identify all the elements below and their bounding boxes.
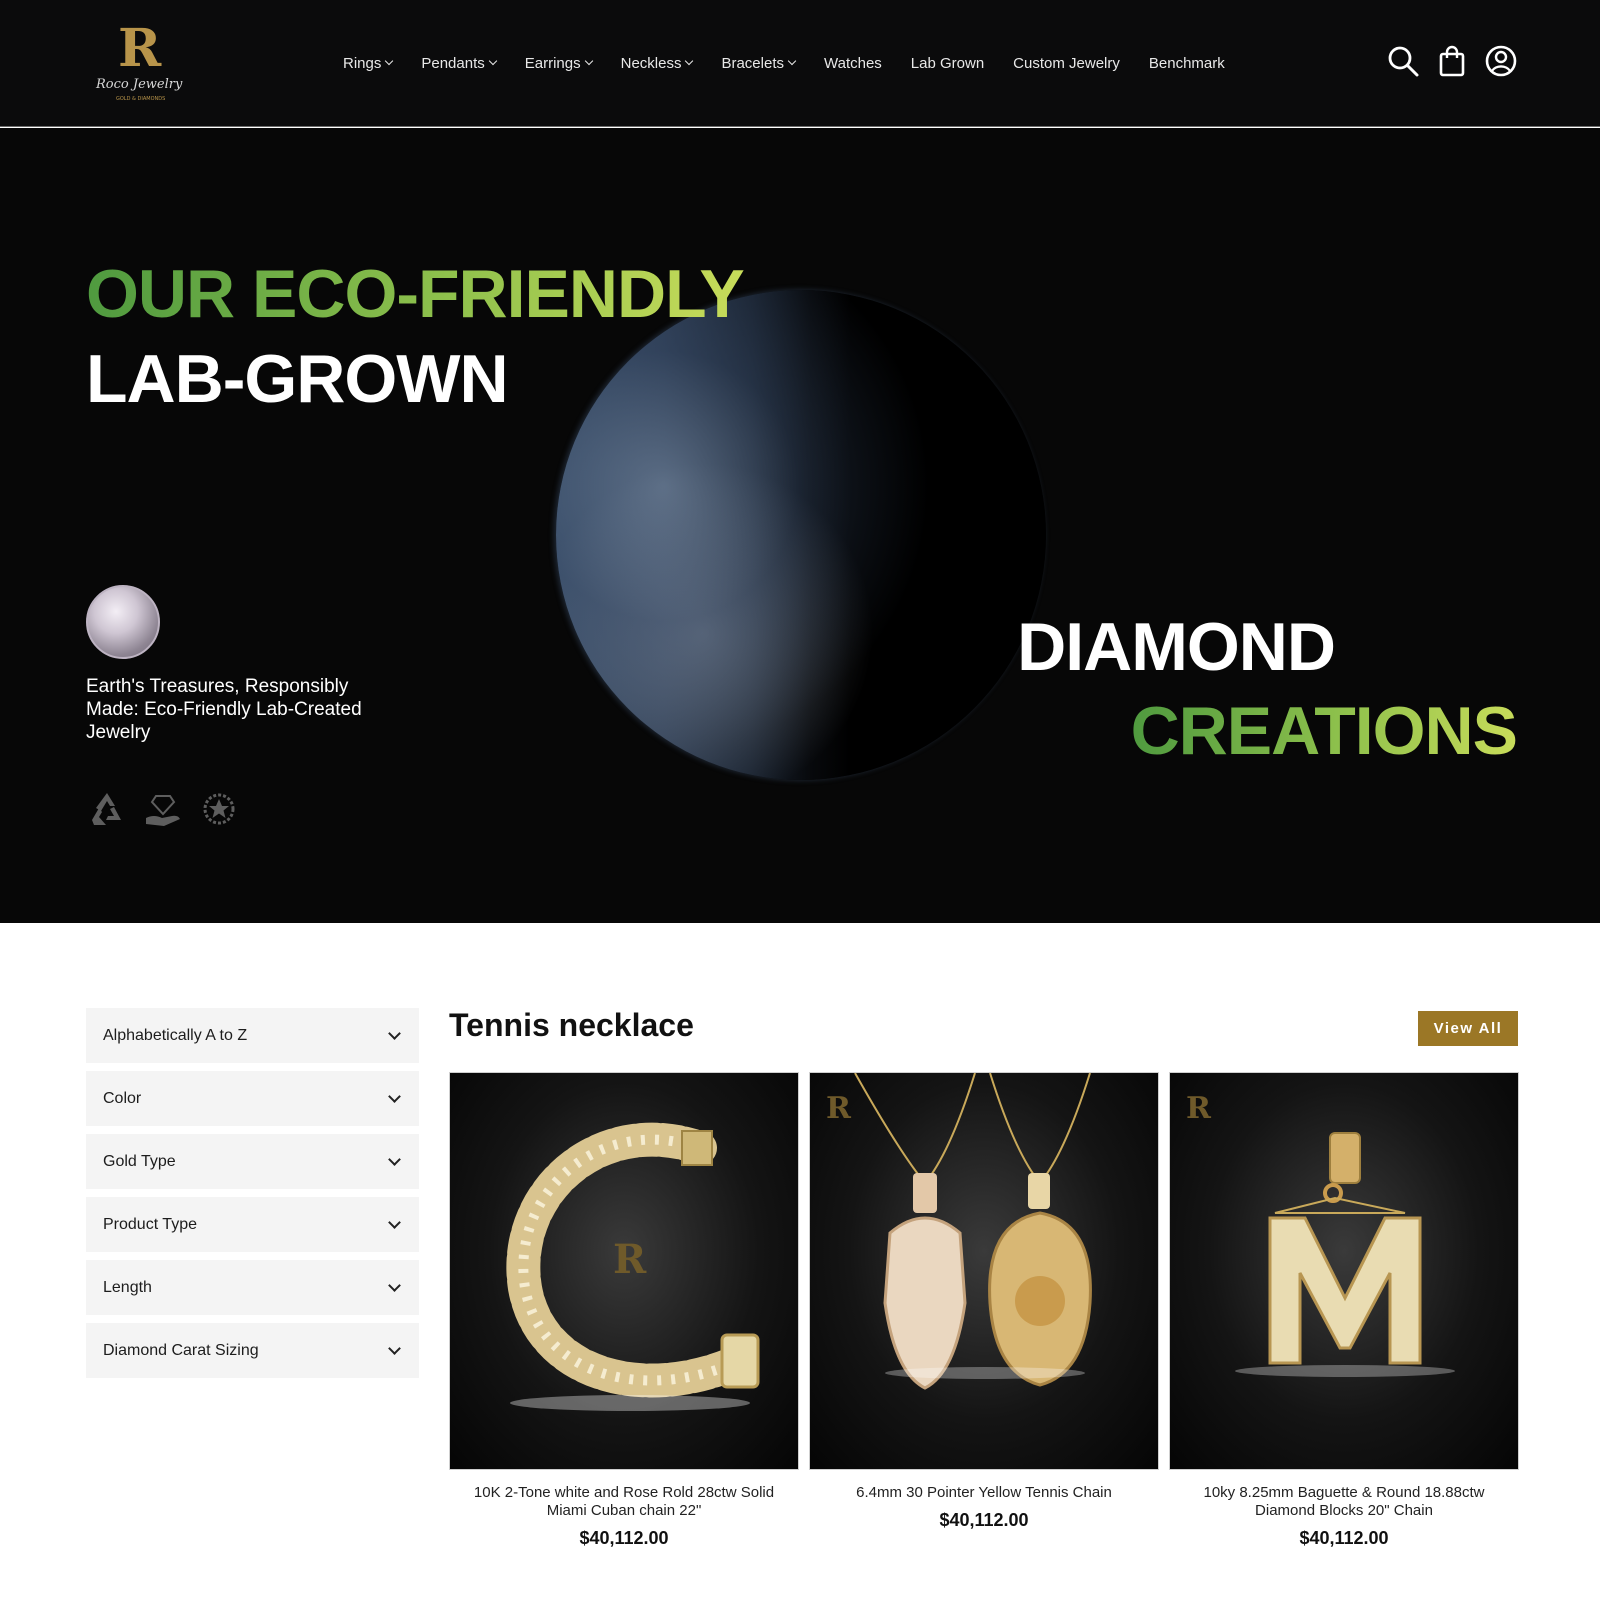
roco-logo-icon: R Roco Jewelry GOLD & DIAMONDS <box>95 18 183 102</box>
section-title: Tennis necklace <box>449 1007 694 1043</box>
filter-label: Diamond Carat Sizing <box>103 1341 259 1359</box>
filter-diamond-carat[interactable]: Diamond Carat Sizing <box>86 1323 419 1378</box>
nav-item-watches[interactable]: Watches <box>824 55 882 72</box>
chevron-down-icon <box>388 1026 401 1040</box>
hero-badges <box>86 788 240 830</box>
nav-label: Earrings <box>524 54 581 72</box>
filter-label: Gold Type <box>103 1152 176 1170</box>
svg-text:R: R <box>613 1236 647 1283</box>
chevron-down-icon <box>787 56 797 66</box>
product-name[interactable]: 10ky 8.25mm Baguette & Round 18.88ctw Di… <box>1169 1484 1519 1520</box>
filter-length[interactable]: Length <box>86 1260 419 1315</box>
filter-product-type[interactable]: Product Type <box>86 1197 419 1252</box>
hamsa-and-lion-pendants-image[interactable]: R <box>809 1072 1159 1470</box>
nav-item-rings[interactable]: Rings <box>343 54 394 72</box>
letter-m-pendant-image[interactable]: R <box>1169 1072 1519 1470</box>
filter-label: Product Type <box>103 1215 197 1233</box>
hero-headline-line3: DIAMOND <box>1017 609 1336 685</box>
nav-label: Custom Jewelry <box>1013 54 1120 72</box>
nav-label: Rings <box>343 54 382 72</box>
nav-label: Watches <box>824 54 882 72</box>
product-card[interactable]: R 10K 2-Tone white and Rose Rold 28ctw S… <box>449 1072 799 1549</box>
nav-item-earrings[interactable]: Earrings <box>524 54 593 72</box>
nav-item-neckless[interactable]: Neckless <box>620 54 694 72</box>
product-price: $40,112.00 <box>939 1510 1029 1530</box>
hero-headline-line2: LAB-GROWN <box>86 341 509 417</box>
recycle-icon <box>86 788 128 830</box>
chevron-down-icon <box>584 56 593 66</box>
chevron-down-icon <box>388 1152 401 1166</box>
product-name[interactable]: 10K 2-Tone white and Rose Rold 28ctw Sol… <box>449 1484 799 1520</box>
hero-banner: OUR ECO-FRIENDLY LAB-GROWN DIAMOND CREAT… <box>0 128 1600 923</box>
product-price: $40,112.00 <box>1299 1528 1389 1548</box>
nav-label: Bracelets <box>721 54 784 72</box>
hand-diamond-icon <box>142 788 184 830</box>
filter-color[interactable]: Color <box>86 1071 419 1126</box>
nav-item-bracelets[interactable]: Bracelets <box>721 54 797 72</box>
nav-item-benchmark[interactable]: Benchmark <box>1149 55 1225 72</box>
product-grid: R 10K 2-Tone white and Rose Rold 28ctw S… <box>449 1072 1519 1549</box>
diamond-swatch-image <box>86 585 160 659</box>
hero-headline-line4: CREATIONS <box>1130 693 1518 769</box>
product-price: $40,112.00 <box>579 1528 669 1548</box>
site-header: R Roco Jewelry GOLD & DIAMONDS Rings Pen… <box>0 0 1600 127</box>
nav-item-lab-grown[interactable]: Lab Grown <box>911 55 984 72</box>
view-all-button[interactable]: View All <box>1418 1011 1518 1046</box>
sort-dropdown[interactable]: Alphabetically A to Z <box>86 1008 419 1063</box>
nav-label: Neckless <box>620 54 682 72</box>
cuban-chain-bracelet-image[interactable]: R <box>449 1072 799 1470</box>
chevron-down-icon <box>685 56 694 66</box>
star-laurel-icon <box>198 788 240 830</box>
hero-headline-line1: OUR ECO-FRIENDLY <box>86 256 745 332</box>
user-account-icon[interactable] <box>1484 44 1518 78</box>
hero-tagline: Earth's Treasures, Responsibly Made: Eco… <box>86 676 362 743</box>
svg-text:R: R <box>826 1091 852 1126</box>
svg-text:GOLD & DIAMONDS: GOLD & DIAMONDS <box>116 96 165 102</box>
svg-text:Roco Jewelry: Roco Jewelry <box>95 77 183 92</box>
nav-item-custom-jewelry[interactable]: Custom Jewelry <box>1013 55 1120 72</box>
chevron-down-icon <box>388 1278 401 1292</box>
earth-globe-image <box>556 290 1046 780</box>
brand-logo[interactable]: R Roco Jewelry GOLD & DIAMONDS <box>90 16 186 106</box>
shopping-bag-icon[interactable] <box>1435 44 1469 78</box>
nav-label: Benchmark <box>1148 54 1225 72</box>
chevron-down-icon <box>385 56 394 66</box>
chevron-down-icon <box>388 1341 401 1355</box>
svg-text:R: R <box>1186 1091 1212 1126</box>
search-icon[interactable] <box>1386 44 1420 78</box>
chevron-down-icon <box>488 56 497 66</box>
chevron-down-icon <box>388 1089 401 1103</box>
filter-sidebar: Alphabetically A to Z Color Gold Type Pr… <box>86 1008 419 1386</box>
svg-text:R: R <box>118 18 162 79</box>
filter-label: Alphabetically A to Z <box>103 1026 248 1044</box>
nav-label: Lab Grown <box>910 54 985 72</box>
filter-label: Length <box>103 1278 152 1296</box>
filter-gold-type[interactable]: Gold Type <box>86 1134 419 1189</box>
product-card[interactable]: R 10ky 8.25mm Baguette & Round 18.88ctw … <box>1169 1072 1519 1549</box>
nav-item-pendants[interactable]: Pendants <box>421 54 497 72</box>
product-card[interactable]: R 6.4mm 30 Pointer Yellow Tennis Chain $… <box>809 1072 1159 1549</box>
main-nav: Rings Pendants Earrings Neckless Bracele… <box>343 50 1254 76</box>
filter-label: Color <box>103 1089 142 1107</box>
chevron-down-icon <box>388 1215 401 1229</box>
nav-label: Pendants <box>421 54 485 72</box>
product-name[interactable]: 6.4mm 30 Pointer Yellow Tennis Chain <box>809 1484 1159 1502</box>
